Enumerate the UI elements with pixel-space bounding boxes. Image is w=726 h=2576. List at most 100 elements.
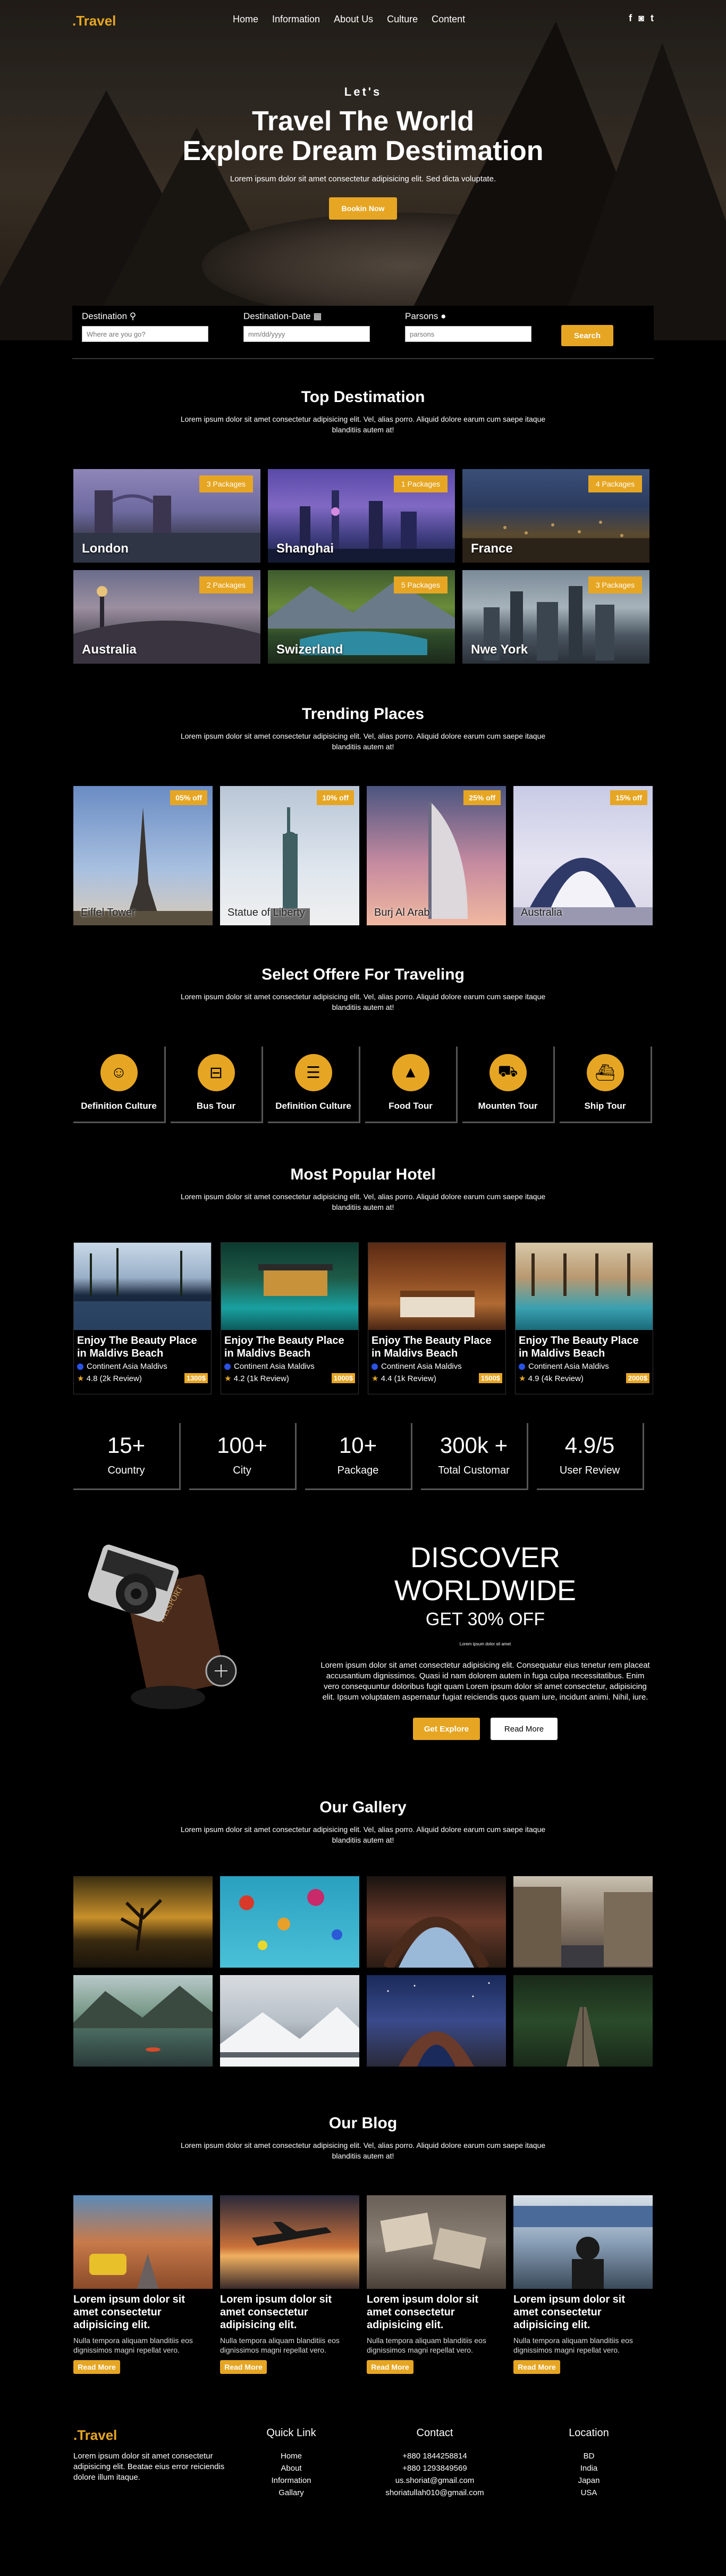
footer-link-information[interactable]: Information bbox=[249, 2474, 334, 2487]
read-more-button[interactable]: Read More bbox=[367, 2360, 413, 2374]
trending-card[interactable]: 25% off Burj Al Arab bbox=[367, 786, 506, 925]
nav-culture[interactable]: Culture bbox=[387, 14, 418, 25]
gallery-image[interactable] bbox=[220, 1975, 359, 2067]
city-name: Shanghai bbox=[276, 541, 334, 556]
search-button[interactable]: Search bbox=[561, 325, 613, 346]
star-icon: ★ bbox=[519, 1374, 526, 1383]
get-explore-button[interactable]: Get Explore bbox=[413, 1718, 480, 1740]
trending-card[interactable]: 15% off Australia bbox=[513, 786, 653, 925]
blog-card: Lorem ipsum dolor sit amet consectetur a… bbox=[367, 2195, 506, 2374]
city-name: Swizerland bbox=[276, 642, 343, 657]
gallery-image[interactable] bbox=[220, 1876, 359, 1968]
discount-badge: 05% off bbox=[170, 790, 207, 805]
nav-information[interactable]: Information bbox=[272, 14, 320, 25]
blog-title: Lorem ipsum dolor sit amet consectetur a… bbox=[513, 2294, 626, 2331]
stat-number: 15+ bbox=[107, 1433, 146, 1458]
nav-home[interactable]: Home bbox=[233, 14, 258, 25]
twitter-icon[interactable]: t bbox=[651, 13, 654, 24]
offer-label: Mounten Tour bbox=[478, 1101, 538, 1111]
offer-card[interactable]: ⊟ Bus Tour bbox=[171, 1047, 263, 1123]
trending-card[interactable]: 05% off Eiffel Tower bbox=[73, 786, 213, 925]
destination-card[interactable]: 4 Packages France bbox=[462, 469, 649, 563]
offer-card[interactable]: ☰ Definition Culture bbox=[268, 1047, 360, 1123]
place-name: Statue of Liberty bbox=[227, 907, 305, 918]
offer-card[interactable]: ▲ Food Tour bbox=[365, 1047, 458, 1123]
read-more-button[interactable]: Read More bbox=[73, 2360, 120, 2374]
stat-card: 10+ Package bbox=[305, 1423, 412, 1490]
trending-card[interactable]: 10% off Statue of Liberty bbox=[220, 786, 359, 925]
location-item: Japan bbox=[578, 2476, 600, 2485]
discover-paragraph: Lorem ipsum dolor sit amet consectetur a… bbox=[320, 1661, 650, 1702]
discover-small-text: Lorem ipsum dolor sit amet bbox=[459, 1642, 511, 1646]
contact-email[interactable]: shoriatullah010@gmail.com bbox=[371, 2487, 499, 2499]
nav-about-us[interactable]: About Us bbox=[334, 14, 373, 25]
footer-logo[interactable]: .Travel bbox=[73, 2427, 233, 2444]
blog-title: Lorem ipsum dolor sit amet consectetur a… bbox=[73, 2294, 185, 2331]
hotel-image bbox=[221, 1243, 358, 1330]
destination-card[interactable]: 3 Packages Nwe York bbox=[462, 570, 649, 664]
stat-card: 15+ Country bbox=[73, 1423, 181, 1490]
hero-title: Travel The World Explore Dream Destimatio… bbox=[182, 106, 544, 166]
hotel-card[interactable]: Enjoy The Beauty Place in Maldivs Beach … bbox=[221, 1242, 359, 1394]
footer-link-gallery[interactable]: Gallary bbox=[249, 2487, 334, 2499]
destination-card[interactable]: 2 Packages Australia bbox=[73, 570, 260, 664]
hotel-card[interactable]: Enjoy The Beauty Place in Maldivs Beach … bbox=[515, 1242, 653, 1394]
gallery-image[interactable] bbox=[513, 1876, 653, 1968]
read-more-button[interactable]: Read More bbox=[220, 2360, 267, 2374]
gallery-image[interactable] bbox=[367, 1876, 506, 1968]
destination-card[interactable]: 3 Packages London bbox=[73, 469, 260, 563]
logo[interactable]: .Travel bbox=[72, 13, 116, 29]
blog-image bbox=[220, 2195, 359, 2289]
facebook-icon[interactable]: f bbox=[629, 13, 632, 24]
hotel-location: Continent Asia Maldivs bbox=[372, 1362, 502, 1371]
section-title: Most Popular Hotel bbox=[290, 1166, 436, 1183]
footer-link-home[interactable]: Home bbox=[249, 2450, 334, 2462]
navbar: .Travel Home Information About Us Cultur… bbox=[0, 0, 726, 40]
destination-card[interactable]: 5 Packages Swizerland bbox=[268, 570, 455, 664]
user-icon: ● bbox=[441, 311, 446, 321]
gallery-image[interactable] bbox=[513, 1975, 653, 2067]
gallery-image[interactable] bbox=[73, 1975, 213, 2067]
offer-card[interactable]: ☺ Definition Culture bbox=[73, 1047, 166, 1123]
eiffel-tower-image bbox=[73, 807, 213, 925]
stat-number: 100+ bbox=[217, 1433, 267, 1458]
mountain-icon: ▲ bbox=[392, 1054, 429, 1091]
price-badge: 1500$ bbox=[478, 1373, 502, 1383]
destination-card[interactable]: 1 Packages Shanghai bbox=[268, 469, 455, 563]
place-name: Australia bbox=[521, 907, 562, 918]
read-more-button[interactable]: Read More bbox=[491, 1718, 558, 1740]
stat-card: 4.9/5 User Review bbox=[537, 1423, 644, 1490]
gallery-image[interactable] bbox=[367, 1975, 506, 2067]
instagram-icon[interactable]: ◙ bbox=[638, 13, 644, 24]
footer-link-about[interactable]: About bbox=[249, 2462, 334, 2474]
gallery-image[interactable] bbox=[73, 1876, 213, 1968]
packages-badge: 3 Packages bbox=[199, 475, 253, 492]
packages-badge: 1 Packages bbox=[393, 475, 448, 492]
date-input[interactable] bbox=[243, 326, 370, 342]
section-title: Trending Places bbox=[301, 705, 425, 723]
contact-email[interactable]: us.shoriat@gmail.com bbox=[371, 2474, 499, 2487]
hotel-card[interactable]: Enjoy The Beauty Place in Maldivs Beach … bbox=[73, 1242, 212, 1394]
city-name: Nwe York bbox=[471, 642, 528, 657]
hotel-location: Continent Asia Maldivs bbox=[224, 1362, 355, 1371]
hero-section: .Travel Home Information About Us Cultur… bbox=[0, 0, 726, 340]
nav-content[interactable]: Content bbox=[432, 14, 465, 25]
trending-grid: 05% off Eiffel Tower 10% off Statue of L… bbox=[73, 786, 653, 925]
hotel-location: Continent Asia Maldivs bbox=[77, 1362, 208, 1371]
hotel-image bbox=[516, 1243, 653, 1330]
hero-subtitle: Lorem ipsum dolor sit amet consectetur a… bbox=[230, 174, 496, 183]
hotel-section: Most Popular Hotel Lorem ipsum dolor sit… bbox=[73, 1166, 653, 1490]
book-now-button[interactable]: Bookin Now bbox=[329, 197, 397, 220]
offer-card[interactable]: ⛟ Mounten Tour bbox=[462, 1047, 555, 1123]
footer-quick-links: Quick Link Home About Information Gallar… bbox=[249, 2427, 334, 2499]
hotel-card[interactable]: Enjoy The Beauty Place in Maldivs Beach … bbox=[368, 1242, 506, 1394]
hotel-image bbox=[74, 1243, 211, 1330]
read-more-button[interactable]: Read More bbox=[513, 2360, 560, 2374]
discount-badge: 15% off bbox=[610, 790, 647, 805]
destination-input[interactable] bbox=[82, 326, 208, 342]
city-name: Australia bbox=[82, 642, 137, 657]
persons-input[interactable] bbox=[405, 326, 531, 342]
star-icon: ★ bbox=[224, 1374, 232, 1383]
offer-card[interactable]: ⛴ Ship Tour bbox=[560, 1047, 652, 1123]
hotel-review-row: ★ 4.4 (1k Review) 1500$ bbox=[372, 1373, 502, 1383]
